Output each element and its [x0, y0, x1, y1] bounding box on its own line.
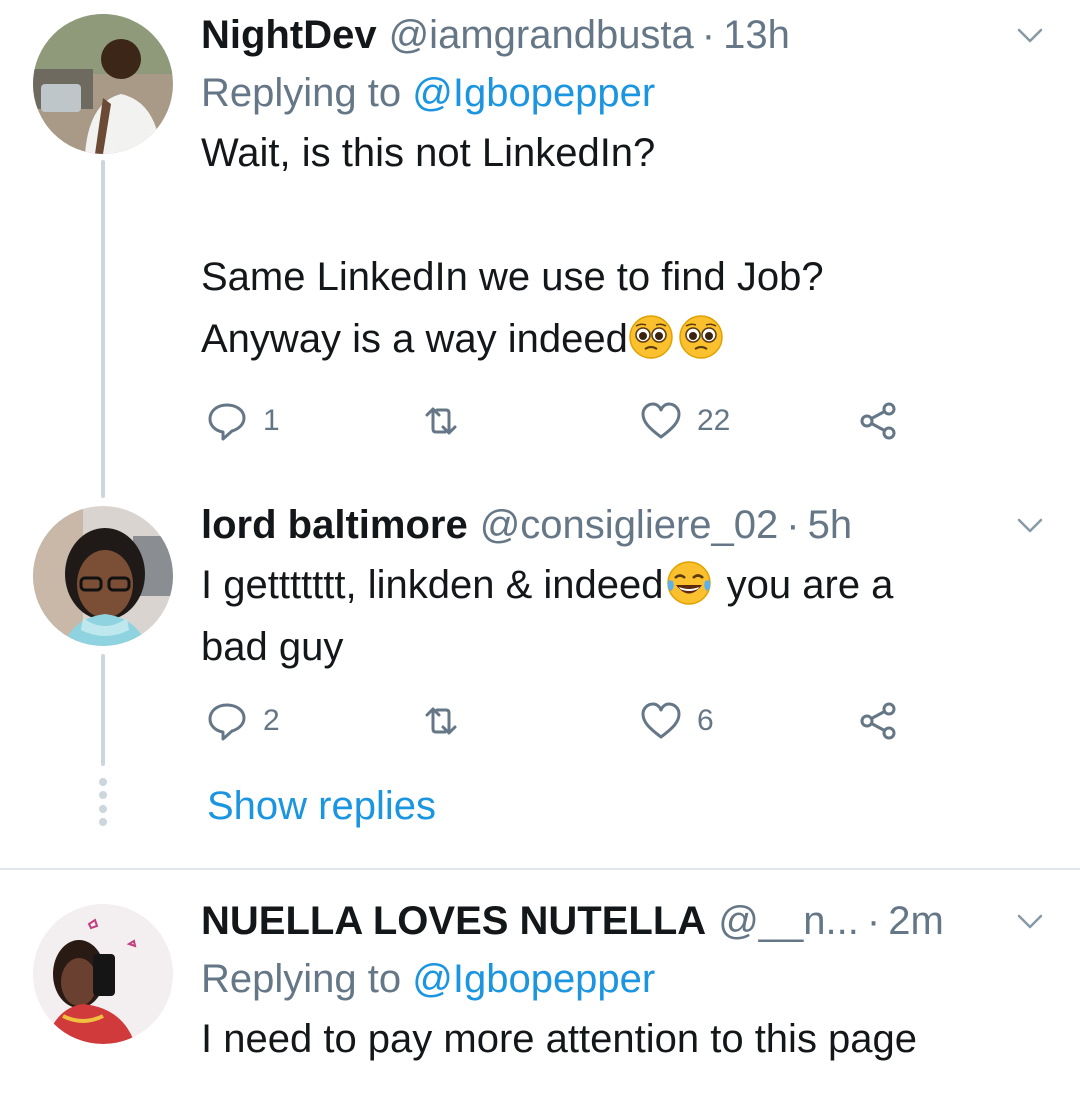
chevron-down-icon[interactable]	[1015, 906, 1045, 936]
pleading-face-emoji	[679, 315, 723, 359]
retweet-icon	[425, 707, 457, 735]
reply-icon	[208, 703, 246, 741]
reply-button[interactable]: 2	[205, 699, 280, 743]
display-name[interactable]: NUELLA LOVES NUTELLA	[201, 892, 706, 950]
like-count: 6	[697, 704, 714, 737]
timestamp[interactable]: 2m	[888, 892, 944, 950]
like-button[interactable]: 6	[639, 699, 714, 743]
tweet-header: NUELLA LOVES NUTELLA @__n... · 2m	[201, 892, 1040, 950]
divider	[0, 868, 1080, 870]
mention-link[interactable]: @Igbopepper	[412, 71, 655, 115]
retweet-icon	[425, 407, 457, 435]
replying-to: Replying to @Igbopepper	[201, 950, 1040, 1008]
reply-button[interactable]: 1	[205, 399, 280, 443]
share-icon	[860, 702, 896, 740]
separator-dot: ·	[786, 503, 800, 547]
tweet-text-line: Wait, is this not LinkedIn?	[201, 131, 656, 175]
tweet-text-line: I need to pay more attention to this pag…	[201, 1017, 918, 1061]
reply-count: 1	[263, 404, 280, 437]
display-name[interactable]: NightDev	[201, 6, 377, 64]
timestamp[interactable]: 5h	[808, 496, 853, 554]
user-handle[interactable]: @iamgrandbusta	[389, 6, 694, 64]
tweet-text-line: bad guy	[201, 625, 344, 669]
tears-of-joy-emoji	[666, 561, 711, 605]
chevron-down-icon[interactable]	[1015, 20, 1045, 50]
replying-prefix: Replying to	[201, 957, 413, 1001]
replying-prefix: Replying to	[201, 71, 413, 115]
reply-icon	[208, 403, 246, 441]
tweet-actions: 2 6	[201, 696, 921, 746]
user-handle[interactable]: @__n...	[718, 892, 859, 950]
pleading-face-emoji	[629, 315, 673, 359]
separator-dot: ·	[866, 899, 881, 943]
tweet-feed: NightDev @iamgrandbusta · 13h Replying t…	[0, 0, 1080, 1100]
tweet-text-line: Same LinkedIn we use to find Job?	[201, 255, 824, 299]
like-count: 22	[697, 404, 731, 437]
tweet-actions: 1 22	[201, 396, 921, 446]
tweet-text-part: I gettttttt, linkden & indeed	[201, 563, 664, 607]
thread-continuation-dots	[98, 778, 108, 826]
tweet-header: lord baltimore @consigliere_02 · 5h	[201, 496, 1040, 554]
heart-icon	[641, 702, 681, 739]
show-replies-link[interactable]: Show replies	[207, 784, 436, 829]
tweet-text: I need to pay more attention to this pag…	[201, 1008, 1040, 1070]
tweet-text: Wait, is this not LinkedIn? Same LinkedI…	[201, 122, 1040, 370]
thread-line	[101, 654, 105, 766]
tweet-text-line: Anyway is a way indeed	[201, 317, 628, 361]
tweet-header: NightDev @iamgrandbusta · 13h	[201, 6, 1040, 64]
share-icon	[860, 402, 896, 440]
separator-dot: ·	[701, 13, 716, 57]
thread-line	[101, 160, 105, 498]
retweet-button[interactable]	[419, 699, 477, 743]
chevron-down-icon[interactable]	[1015, 510, 1045, 540]
replying-to: Replying to @Igbopepper	[201, 64, 1040, 122]
user-handle[interactable]: @consigliere_02	[480, 496, 779, 554]
avatar[interactable]	[33, 14, 173, 154]
retweet-button[interactable]	[419, 399, 477, 443]
display-name[interactable]: lord baltimore	[201, 496, 468, 554]
timestamp[interactable]: 13h	[723, 6, 790, 64]
reply-count: 2	[263, 704, 280, 737]
share-button[interactable]	[857, 399, 901, 443]
like-button[interactable]: 22	[639, 399, 730, 443]
tweet-text-part: you are a	[715, 563, 894, 607]
mention-link[interactable]: @Igbopepper	[412, 957, 655, 1001]
share-button[interactable]	[857, 699, 901, 743]
tweet-text: I gettttttt, linkden & indeed you are a …	[201, 554, 1040, 678]
heart-icon	[641, 402, 681, 439]
avatar[interactable]	[33, 904, 173, 1044]
avatar[interactable]	[33, 506, 173, 646]
